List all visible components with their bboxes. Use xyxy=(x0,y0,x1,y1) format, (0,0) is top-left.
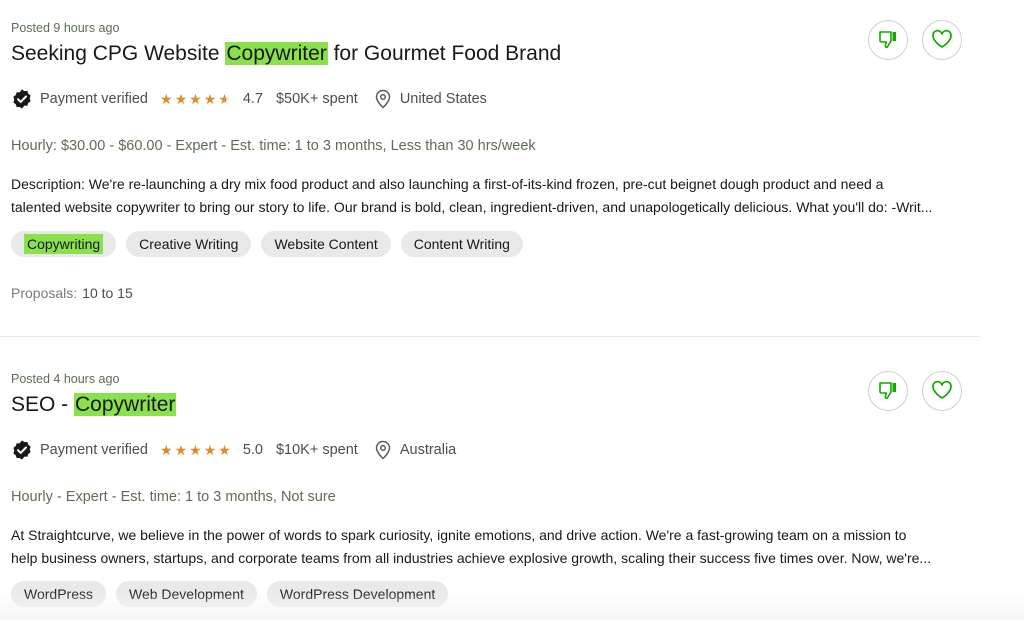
posted-time: Posted 4 hours ago xyxy=(11,372,120,386)
star-icon: ★ xyxy=(203,441,217,458)
job-title-text: SEO - xyxy=(11,393,75,416)
star-icon: ★ xyxy=(160,441,173,458)
star-icon: ★ xyxy=(160,90,173,107)
rating-stars: ★ ★ ★ ★ ★ xyxy=(160,91,233,108)
skill-tags: WordPress Web Development WordPress Deve… xyxy=(11,581,449,607)
save-job-button[interactable] xyxy=(922,20,962,60)
job-card[interactable]: Posted 9 hours ago Seeking CPG Website C… xyxy=(0,0,980,337)
client-info: Payment verified ★ ★ ★ ★ ★ 5.0 $10K+ spent A… xyxy=(11,438,456,462)
star-icon: ★ xyxy=(189,441,202,458)
dislike-button[interactable] xyxy=(868,20,908,60)
description-line: talented website copywriter to bring our… xyxy=(11,199,933,215)
client-rating: 4.7 xyxy=(242,91,263,107)
star-icon: ★ xyxy=(174,90,188,107)
thumbs-down-icon xyxy=(877,379,899,404)
verified-badge-icon xyxy=(11,439,33,461)
job-card[interactable]: Posted 4 hours ago SEO - Copywriter Paym… xyxy=(0,338,980,620)
description-line: At Straightcurve, we believe in the powe… xyxy=(11,527,907,543)
job-title-text: for Gourmet Food Brand xyxy=(327,42,562,65)
skill-tag-creative-writing[interactable]: Creative Writing xyxy=(126,231,252,257)
description-line: Description: We're re-launching a dry mi… xyxy=(11,176,884,192)
dislike-button[interactable] xyxy=(868,371,908,411)
skill-tag-website-content[interactable]: Website Content xyxy=(261,231,391,257)
job-terms: Hourly - Expert - Est. time: 1 to 3 mont… xyxy=(11,489,336,505)
proposals-value: 10 to 15 xyxy=(82,285,133,301)
star-icon: ★ xyxy=(203,90,217,107)
save-job-button[interactable] xyxy=(922,371,962,411)
skill-tag-copywriting[interactable]: Copywriting xyxy=(11,231,117,257)
star-icon: ★ xyxy=(174,441,188,458)
client-spent: $50K+ spent xyxy=(275,91,358,107)
proposals-info: Proposals: 10 to 15 xyxy=(11,285,133,301)
star-icon: ★ xyxy=(218,441,231,458)
rating-stars: ★ ★ ★ ★ ★ xyxy=(160,442,233,459)
job-description[interactable]: Description: We're re-launching a dry mi… xyxy=(11,173,961,219)
skill-tag-wordpress-development[interactable]: WordPress Development xyxy=(266,581,449,607)
skill-tag-content-writing[interactable]: Content Writing xyxy=(400,231,523,257)
client-location: United States xyxy=(399,91,487,107)
skill-tag-wordpress[interactable]: WordPress xyxy=(11,581,106,607)
location-pin-icon xyxy=(374,89,392,109)
star-icon: ★ xyxy=(218,90,231,107)
job-description[interactable]: At Straightcurve, we believe in the powe… xyxy=(11,524,961,570)
proposals-label: Proposals: xyxy=(11,285,78,301)
thumbs-down-icon xyxy=(877,28,899,53)
posted-time: Posted 9 hours ago xyxy=(11,21,120,35)
client-spent: $10K+ spent xyxy=(275,442,358,458)
heart-icon xyxy=(931,380,953,403)
description-line: help business owners, startups, and corp… xyxy=(11,550,932,566)
job-title-text: Seeking CPG Website xyxy=(11,42,226,65)
skill-tag-label: Copywriting xyxy=(24,234,104,254)
job-title[interactable]: SEO - Copywriter xyxy=(11,393,177,417)
payment-verified-label: Payment verified xyxy=(40,91,148,107)
client-rating: 5.0 xyxy=(242,442,263,458)
job-terms: Hourly: $30.00 - $60.00 - Expert - Est. … xyxy=(11,138,536,154)
job-title[interactable]: Seeking CPG Website Copywriter for Gourm… xyxy=(11,42,561,66)
payment-verified-label: Payment verified xyxy=(40,442,148,458)
heart-icon xyxy=(931,29,953,52)
star-icon: ★ xyxy=(189,90,202,107)
verified-badge-icon xyxy=(11,88,33,110)
client-location: Australia xyxy=(399,442,457,458)
search-highlight: Copywriter xyxy=(225,42,328,65)
skill-tag-web-development[interactable]: Web Development xyxy=(115,581,257,607)
location-pin-icon xyxy=(374,440,392,460)
skill-tags: Copywriting Creative Writing Website Con… xyxy=(11,231,523,257)
client-info: Payment verified ★ ★ ★ ★ ★ 4.7 $50K+ spent U… xyxy=(11,87,487,111)
search-highlight: Copywriter xyxy=(74,393,177,416)
